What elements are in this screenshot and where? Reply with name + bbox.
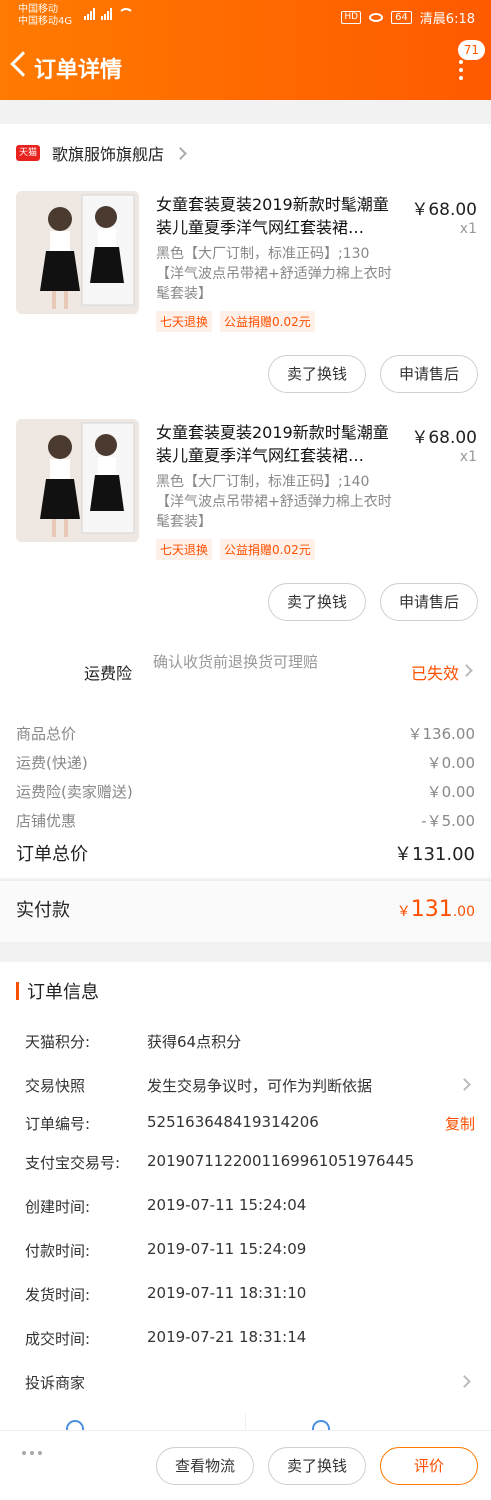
after-sale-button[interactable]: 申请售后: [380, 583, 478, 621]
status-time: 清晨6:18: [419, 12, 475, 27]
product-tags: 七天退换 公益捐赠0.02元: [156, 539, 315, 560]
message-badge: 71: [457, 40, 485, 60]
status-bar: 中国移动 中国移动4G HD 64 清晨6:18: [0, 0, 491, 34]
fee-value: ￥0.00: [426, 754, 475, 772]
info-key: 天猫积分:: [25, 1033, 91, 1051]
fee-label: 运费险(卖家赠送): [16, 783, 133, 801]
wifi-icon: [118, 8, 134, 20]
info-key: 创建时间:: [25, 1198, 91, 1216]
fee-row-discount: 店铺优惠 -￥5.00: [16, 810, 475, 831]
product-tags: 七天退换 公益捐赠0.02元: [156, 311, 315, 332]
fee-value: -￥5.00: [421, 812, 475, 830]
paid-label: 实付款: [16, 900, 70, 921]
copy-button[interactable]: 复制: [445, 1113, 475, 1134]
review-button[interactable]: 评价: [380, 1447, 478, 1485]
order-info-title: 订单信息: [16, 980, 99, 1003]
after-sale-button[interactable]: 申请售后: [380, 355, 478, 393]
paid-value: ￥131.00: [396, 897, 475, 922]
info-key: 发货时间:: [25, 1286, 91, 1304]
tag-charity: 公益捐赠0.02元: [220, 311, 315, 332]
signal-icon: [101, 8, 112, 20]
info-value: 2019-07-11 18:31:10: [147, 1284, 307, 1302]
page-title: 订单详情: [34, 58, 123, 83]
shop-row[interactable]: 天猫 歌旗服饰旗舰店: [16, 141, 187, 165]
fee-label: 商品总价: [16, 725, 77, 743]
product-item[interactable]: 女童套装夏装2019新款时髦潮童装儿童夏季洋气网红套装裙… ￥68.00 x1 …: [0, 419, 491, 649]
info-key: 支付宝交易号:: [25, 1154, 121, 1172]
fee-value: ￥136.00: [407, 725, 476, 743]
product-title: 女童套装夏装2019新款时髦潮童装儿童夏季洋气网红套装裙…: [156, 195, 389, 237]
fee-label: 运费(快递): [16, 754, 88, 772]
info-value: 2019-07-11 15:24:09: [147, 1240, 307, 1258]
eye-icon: [369, 13, 384, 22]
fee-row-insurance: 运费险(卖家赠送) ￥0.00: [16, 781, 475, 802]
status-right: HD 64 清晨6:18: [341, 8, 475, 27]
tag-return: 七天退换: [156, 311, 213, 332]
fee-row-goods: 商品总价 ￥136.00: [16, 723, 475, 744]
battery-icon: 64: [391, 11, 412, 24]
insurance-status[interactable]: 已失效: [411, 660, 459, 684]
product-qty: x1: [459, 221, 477, 237]
info-value: 2019-07-11 15:24:04: [147, 1196, 307, 1214]
insurance-desc: 确认收货前退换货可理赔: [153, 653, 319, 671]
order-info-heading: 订单信息: [27, 982, 99, 1003]
more-icon[interactable]: [459, 60, 463, 80]
tmall-icon: 天猫: [16, 145, 40, 161]
tag-return: 七天退换: [156, 539, 213, 560]
info-value: 2019071122001169961051976445: [147, 1152, 415, 1170]
more-dots-icon[interactable]: [22, 1451, 42, 1455]
product-sku: 黑色【大厂订制，标准正码】;130【洋气波点吊带裙+舒适弹力棉上衣时髦套装】: [156, 246, 392, 302]
sell-button[interactable]: 卖了换钱: [268, 583, 366, 621]
app-header: 中国移动 中国移动4G HD 64 清晨6:18 订单详情 71: [0, 0, 491, 100]
order-total-value: ￥131.00: [394, 844, 475, 865]
fee-value: ￥0.00: [426, 783, 475, 801]
order-total-row: 订单总价 ￥131.00: [16, 840, 475, 866]
complain-merchant-link[interactable]: 投诉商家: [25, 1372, 85, 1393]
info-key: 交易快照: [25, 1077, 86, 1095]
back-icon[interactable]: [10, 51, 36, 77]
sell-button[interactable]: 卖了换钱: [268, 1447, 366, 1485]
fee-label: 店铺优惠: [16, 812, 77, 830]
product-qty: x1: [459, 449, 477, 465]
chevron-right-icon: [174, 146, 187, 160]
tag-charity: 公益捐赠0.02元: [220, 539, 315, 560]
hd-icon: HD: [341, 11, 362, 24]
contact-strip: [0, 1404, 491, 1434]
sell-button[interactable]: 卖了换钱: [268, 355, 366, 393]
product-image: [16, 191, 139, 314]
signal-icons: [84, 8, 134, 20]
product-sku: 黑色【大厂订制，标准正码】;140【洋气波点吊带裙+舒适弹力棉上衣时髦套装】: [156, 474, 392, 530]
view-logistics-button[interactable]: 查看物流: [156, 1447, 254, 1485]
fee-row-shipping: 运费(快递) ￥0.00: [16, 752, 475, 773]
info-value: 获得64点积分: [147, 1033, 242, 1051]
paid-row: 实付款 ￥131.00: [16, 896, 475, 922]
title-row: 订单详情 71: [0, 40, 491, 94]
product-title: 女童套装夏装2019新款时髦潮童装儿童夏季洋气网红套装裙…: [156, 423, 389, 465]
product-price: ￥68.00: [411, 428, 477, 448]
action-footer: 查看物流 卖了换钱 评价: [0, 1430, 491, 1500]
info-value: 发生交易争议时，可作为判断依据: [147, 1077, 373, 1095]
info-value: 2019-07-21 18:31:14: [147, 1328, 307, 1346]
info-key: 订单编号:: [25, 1115, 91, 1133]
signal-icon: [84, 8, 95, 20]
info-key: 成交时间:: [25, 1330, 91, 1348]
divider: [245, 1414, 246, 1430]
insurance-label: 运费险: [84, 664, 133, 683]
title-accent-bar: [16, 982, 19, 1000]
product-price: ￥68.00: [411, 200, 477, 220]
product-item[interactable]: 女童套装夏装2019新款时髦潮童装儿童夏季洋气网红套装裙… ￥68.00 x1 …: [0, 191, 491, 421]
product-image: [16, 419, 139, 542]
shop-name: 歌旗服饰旗舰店: [52, 145, 165, 164]
info-key: 付款时间:: [25, 1242, 91, 1260]
order-total-label: 订单总价: [16, 844, 88, 865]
info-value: 525163648419314206: [147, 1113, 319, 1131]
